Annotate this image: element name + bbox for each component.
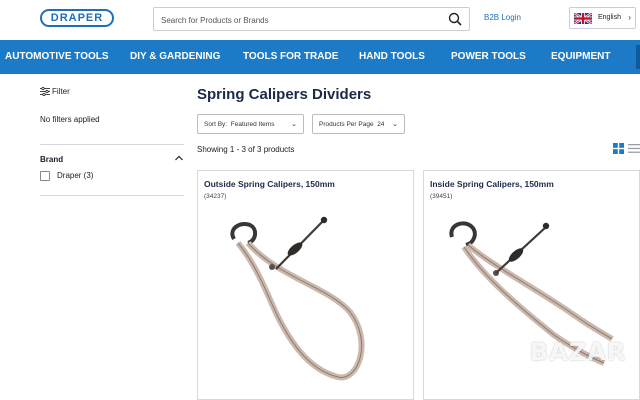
filter-label: Filter — [52, 87, 70, 96]
sidebar-divider — [40, 195, 184, 196]
product-code: (34237) — [204, 193, 227, 200]
per-page-value: 24 — [377, 121, 385, 128]
per-page-label: Products Per Page — [319, 121, 374, 128]
chevron-down-icon: ⌄ — [392, 121, 398, 128]
watermark-logo: BAZAR — [530, 338, 627, 366]
page-title: Spring Calipers Dividers — [197, 86, 372, 103]
nav-equipment[interactable]: EQUIPMENT — [551, 51, 610, 62]
search-icon[interactable] — [448, 12, 462, 26]
product-card[interactable]: Outside Spring Calipers, 150mm (34237) — [197, 170, 414, 400]
filter-toggle[interactable]: Filter — [40, 86, 70, 97]
nav-power-tools[interactable]: POWER TOOLS — [451, 51, 526, 62]
sidebar-divider — [40, 144, 184, 145]
inside-calipers-image[interactable] — [424, 207, 640, 397]
nav-hand-tools[interactable]: HAND TOOLS — [359, 51, 425, 62]
sort-by-select[interactable]: Sort By: Featured Items ⌄ — [197, 114, 304, 134]
results-count: Showing 1 - 3 of 3 products — [197, 145, 295, 154]
filter-icon — [40, 86, 50, 97]
search-bar[interactable] — [153, 7, 470, 31]
nav-automotive-tools[interactable]: AUTOMOTIVE TOOLS — [5, 51, 109, 62]
language-label: English — [598, 14, 621, 21]
product-code: (39451) — [430, 193, 453, 200]
nav-diy-gardening[interactable]: DIY & GARDENING — [130, 51, 220, 62]
sort-by-label: Sort By: — [204, 121, 228, 128]
nav-scroll-edge — [636, 45, 640, 69]
sort-by-value: Featured Items — [230, 121, 275, 128]
language-selector[interactable]: English › — [569, 7, 636, 29]
grid-view-icon[interactable] — [613, 143, 624, 154]
chevron-down-icon: ⌄ — [291, 121, 297, 128]
list-view-icon[interactable] — [628, 143, 640, 154]
product-name[interactable]: Inside Spring Calipers, 150mm — [430, 179, 554, 189]
no-filters-text: No filters applied — [40, 115, 100, 124]
brand-draper-label[interactable]: Draper (3) — [57, 171, 93, 180]
nav-tools-for-trade[interactable]: TOOLS FOR TRADE — [243, 51, 338, 62]
product-name[interactable]: Outside Spring Calipers, 150mm — [204, 179, 335, 189]
site-header: DRAPER B2B Login English › — [0, 0, 640, 40]
chevron-up-icon[interactable] — [174, 153, 184, 163]
draper-logo[interactable]: DRAPER — [40, 9, 114, 27]
products-per-page-select[interactable]: Products Per Page 24 ⌄ — [312, 114, 405, 134]
uk-flag-icon — [574, 13, 592, 24]
b2b-login-link[interactable]: B2B Login — [484, 13, 521, 22]
brand-draper-checkbox[interactable] — [40, 171, 50, 181]
search-input[interactable] — [159, 11, 443, 29]
outside-calipers-image[interactable] — [198, 207, 415, 397]
brand-facet-title[interactable]: Brand — [40, 155, 63, 164]
main-navigation: AUTOMOTIVE TOOLS DIY & GARDENING TOOLS F… — [0, 40, 640, 74]
chevron-right-icon: › — [628, 13, 631, 22]
